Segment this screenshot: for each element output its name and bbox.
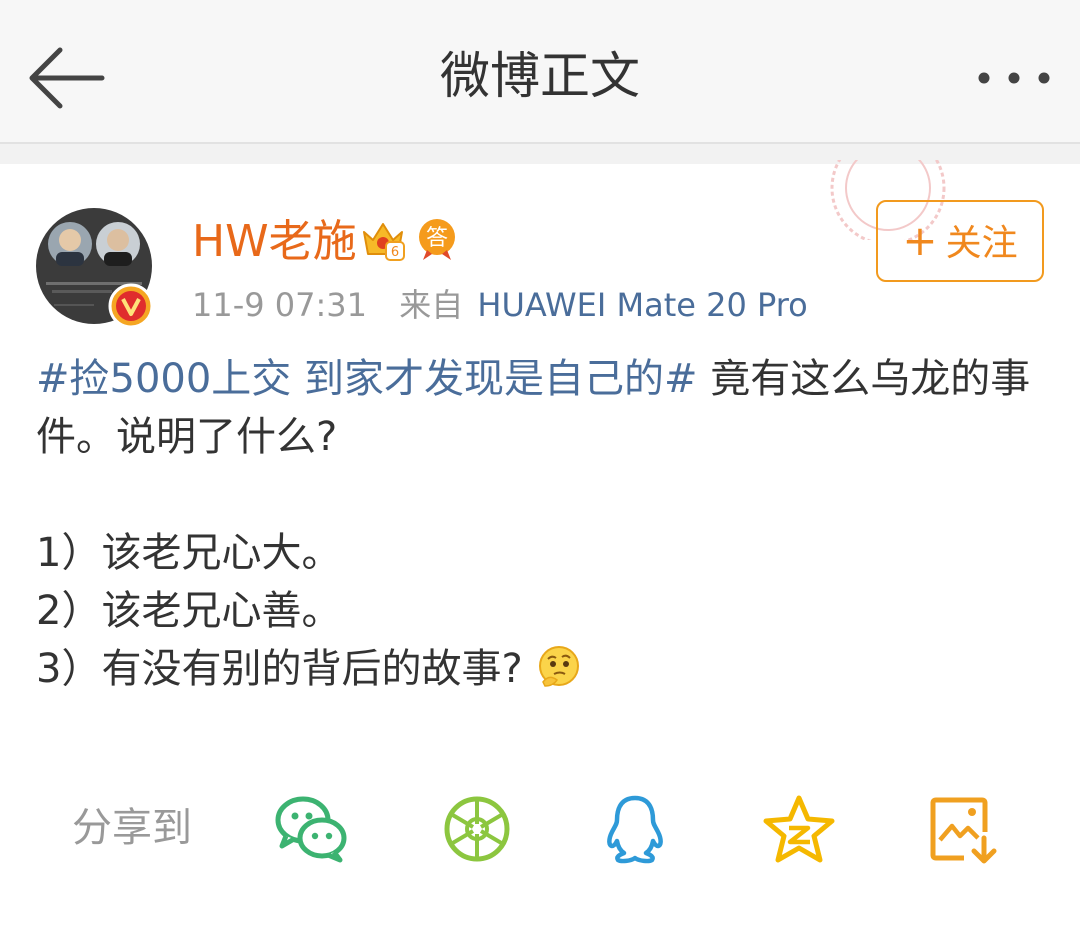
author-name[interactable]: HW老施 [192,212,357,272]
follow-label: 关注 [945,223,1018,264]
list-item-with-emoji: 3）有没有别的背后的故事? [36,640,1046,698]
list-item-text: 3）有没有别的背后的故事? [36,646,523,692]
more-horizontal-icon [978,72,1050,84]
verified-v-icon [108,283,154,329]
source-prefix: 来自 [399,286,464,324]
share-qzone-button[interactable] [762,794,836,864]
list-item: 2）该老兄心善。 [36,588,342,634]
level-number: 6 [391,245,399,260]
topic-hashtag-link[interactable]: #捡5000上交 到家才发现是自己的# [36,356,698,402]
share-moments-button[interactable] [440,794,514,864]
source-device-link[interactable]: HUAWEI Mate 20 Pro [477,286,807,324]
post-time: 11-9 07:31 [192,286,368,324]
answer-badge-icon[interactable]: 答 [414,216,460,262]
answer-badge-text: 答 [426,226,448,251]
crown-level-badge-icon[interactable]: 6 [360,216,406,262]
more-options-button[interactable] [970,58,1058,98]
page-title: 微博正文 [440,47,640,105]
share-label: 分享到 [72,805,192,851]
post-meta: 11-9 07:31 来自 HUAWEI Mate 20 Pro [192,282,808,328]
thinking-face-emoji-icon [537,644,581,688]
share-save-image-button[interactable] [928,794,1002,864]
wechat-icon [275,796,347,863]
top-navigation-bar: 微博正文 [0,0,1080,144]
share-qq-button[interactable] [598,794,672,864]
moments-icon [444,796,510,862]
post-body: #捡5000上交 到家才发现是自己的# 竟有这么乌龙的事件。说明了什么? 1）该… [36,350,1046,698]
plus-icon: + [902,216,938,265]
follow-button[interactable]: + 关注 [876,200,1044,282]
post-first-paragraph: #捡5000上交 到家才发现是自己的# 竟有这么乌龙的事件。说明了什么? [36,350,1046,466]
share-wechat-button[interactable] [274,794,348,864]
qzone-icon [763,795,835,863]
list-item: 1）该老兄心大。 [36,530,342,576]
save-image-icon [930,797,997,864]
qq-icon [607,795,663,864]
